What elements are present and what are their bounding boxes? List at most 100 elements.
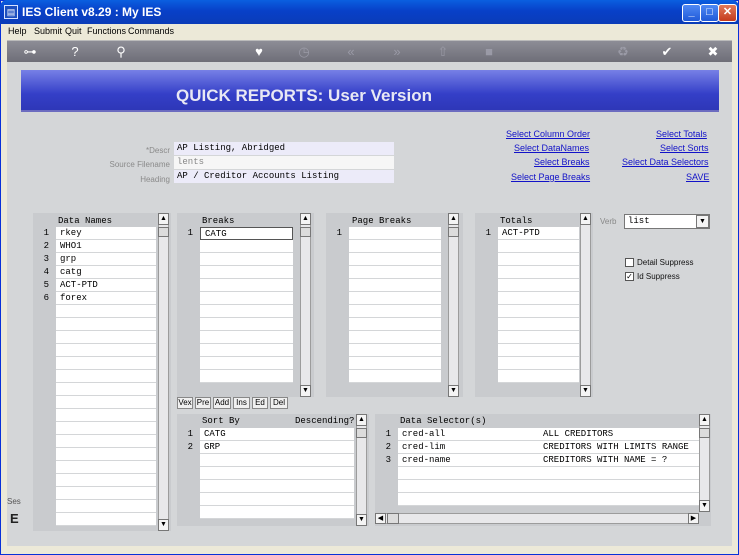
check-icon[interactable]: ✔ [657, 43, 677, 61]
scroll-up-arrow-icon[interactable]: ▲ [448, 213, 459, 225]
detail-suppress-checkbox[interactable] [625, 258, 634, 267]
scrollbar-thumb[interactable] [356, 428, 367, 438]
list-item[interactable] [56, 422, 156, 435]
verb-select[interactable]: list ▼ [624, 214, 710, 229]
scroll-down-arrow-icon[interactable]: ▼ [356, 514, 367, 526]
list-item[interactable]: GRP [200, 441, 354, 454]
list-item[interactable] [349, 305, 441, 318]
scroll-up-arrow-icon[interactable]: ▲ [580, 213, 591, 225]
list-item[interactable] [349, 370, 441, 383]
list-item[interactable] [349, 344, 441, 357]
scroll-down-arrow-icon[interactable]: ▼ [158, 519, 169, 531]
list-item[interactable] [200, 344, 293, 357]
list-item[interactable]: CATG [200, 428, 354, 441]
list-item[interactable] [349, 227, 441, 240]
list-item[interactable]: grp [56, 253, 156, 266]
list-item[interactable] [349, 331, 441, 344]
scroll-up-arrow-icon[interactable]: ▲ [300, 213, 311, 225]
add-button[interactable]: Add [213, 397, 231, 409]
sort-scrollbar[interactable]: ▲ ▼ [356, 414, 367, 526]
scrollbar-thumb[interactable] [699, 428, 710, 438]
list-item[interactable] [498, 344, 579, 357]
list-item[interactable] [56, 357, 156, 370]
table-row[interactable] [398, 480, 699, 493]
list-item[interactable] [56, 513, 156, 526]
totals-scrollbar[interactable]: ▲ ▼ [580, 213, 591, 397]
scroll-right-arrow-icon[interactable]: ▶ [688, 513, 699, 524]
list-item[interactable] [200, 318, 293, 331]
list-item[interactable] [56, 344, 156, 357]
list-item[interactable] [200, 292, 293, 305]
select-totals-link[interactable]: Select Totals [656, 129, 707, 139]
list-item[interactable] [200, 357, 293, 370]
source-filename-field[interactable]: lents [174, 156, 394, 169]
list-item[interactable] [56, 448, 156, 461]
list-item[interactable]: ACT-PTD [498, 227, 579, 240]
list-item[interactable] [200, 493, 354, 506]
list-item[interactable] [349, 240, 441, 253]
select-datanames-link[interactable]: Select DataNames [514, 143, 589, 153]
descr-field[interactable]: AP Listing, Abridged [174, 142, 394, 155]
select-sorts-link[interactable]: Select Sorts [660, 143, 709, 153]
pre-button[interactable]: Pre [195, 397, 211, 409]
list-item[interactable] [56, 461, 156, 474]
select-column-order-link[interactable]: Select Column Order [506, 129, 590, 139]
list-item[interactable] [498, 279, 579, 292]
menu-functions[interactable]: Functions [87, 26, 126, 36]
list-item[interactable] [200, 240, 293, 253]
list-item[interactable] [349, 279, 441, 292]
list-item[interactable] [56, 383, 156, 396]
list-item[interactable]: forex [56, 292, 156, 305]
scroll-up-arrow-icon[interactable]: ▲ [158, 213, 169, 225]
list-item[interactable] [56, 435, 156, 448]
list-item[interactable] [498, 318, 579, 331]
menu-quit[interactable]: Quit [65, 26, 82, 36]
select-breaks-link[interactable]: Select Breaks [534, 157, 590, 167]
list-item[interactable] [349, 292, 441, 305]
list-item[interactable]: WHO1 [56, 240, 156, 253]
list-item[interactable] [200, 454, 354, 467]
key-icon[interactable]: ⊶ [17, 43, 43, 61]
list-item[interactable] [56, 487, 156, 500]
heading-field[interactable]: AP / Creditor Accounts Listing [174, 170, 394, 183]
save-link[interactable]: SAVE [686, 172, 709, 182]
breaks-scrollbar[interactable]: ▲ ▼ [300, 213, 311, 397]
scroll-down-arrow-icon[interactable]: ▼ [300, 385, 311, 397]
scrollbar-thumb[interactable] [300, 227, 311, 237]
page-breaks-scrollbar[interactable]: ▲ ▼ [448, 213, 459, 397]
stop-icon[interactable]: ■ [479, 43, 499, 61]
list-item[interactable] [200, 331, 293, 344]
close-icon[interactable]: ✖ [703, 43, 723, 61]
list-item[interactable] [349, 266, 441, 279]
ins-button[interactable]: Ins [233, 397, 250, 409]
rewind-icon[interactable]: « [341, 43, 361, 61]
scroll-left-arrow-icon[interactable]: ◀ [375, 513, 386, 524]
scroll-down-arrow-icon[interactable]: ▼ [580, 385, 591, 397]
list-item[interactable] [56, 409, 156, 422]
list-item[interactable] [498, 305, 579, 318]
scroll-up-arrow-icon[interactable]: ▲ [356, 414, 367, 426]
list-item[interactable]: CATG [200, 227, 293, 240]
list-item[interactable]: catg [56, 266, 156, 279]
list-item[interactable] [498, 357, 579, 370]
upload-icon[interactable]: ⇧ [433, 43, 453, 61]
close-window-button[interactable]: ✕ [718, 4, 737, 22]
list-item[interactable] [200, 480, 354, 493]
ed-button[interactable]: Ed [252, 397, 268, 409]
scrollbar-thumb[interactable] [158, 227, 169, 237]
menu-help[interactable]: Help [8, 26, 27, 36]
list-item[interactable] [56, 474, 156, 487]
list-item[interactable] [56, 370, 156, 383]
list-item[interactable] [349, 357, 441, 370]
table-row[interactable]: cred-name CREDITORS WITH NAME = ? [398, 454, 699, 467]
id-suppress-checkbox[interactable]: ✓ [625, 272, 634, 281]
table-row[interactable] [398, 493, 699, 506]
data-selector-hscrollbar[interactable]: ◀ ▶ [375, 513, 699, 524]
minimize-button[interactable]: _ [682, 4, 701, 22]
list-item[interactable] [56, 500, 156, 513]
list-item[interactable] [200, 370, 293, 383]
select-page-breaks-link[interactable]: Select Page Breaks [511, 172, 590, 182]
search-icon[interactable]: ⚲ [111, 43, 131, 61]
maximize-button[interactable]: □ [700, 4, 719, 22]
list-item[interactable]: rkey [56, 227, 156, 240]
